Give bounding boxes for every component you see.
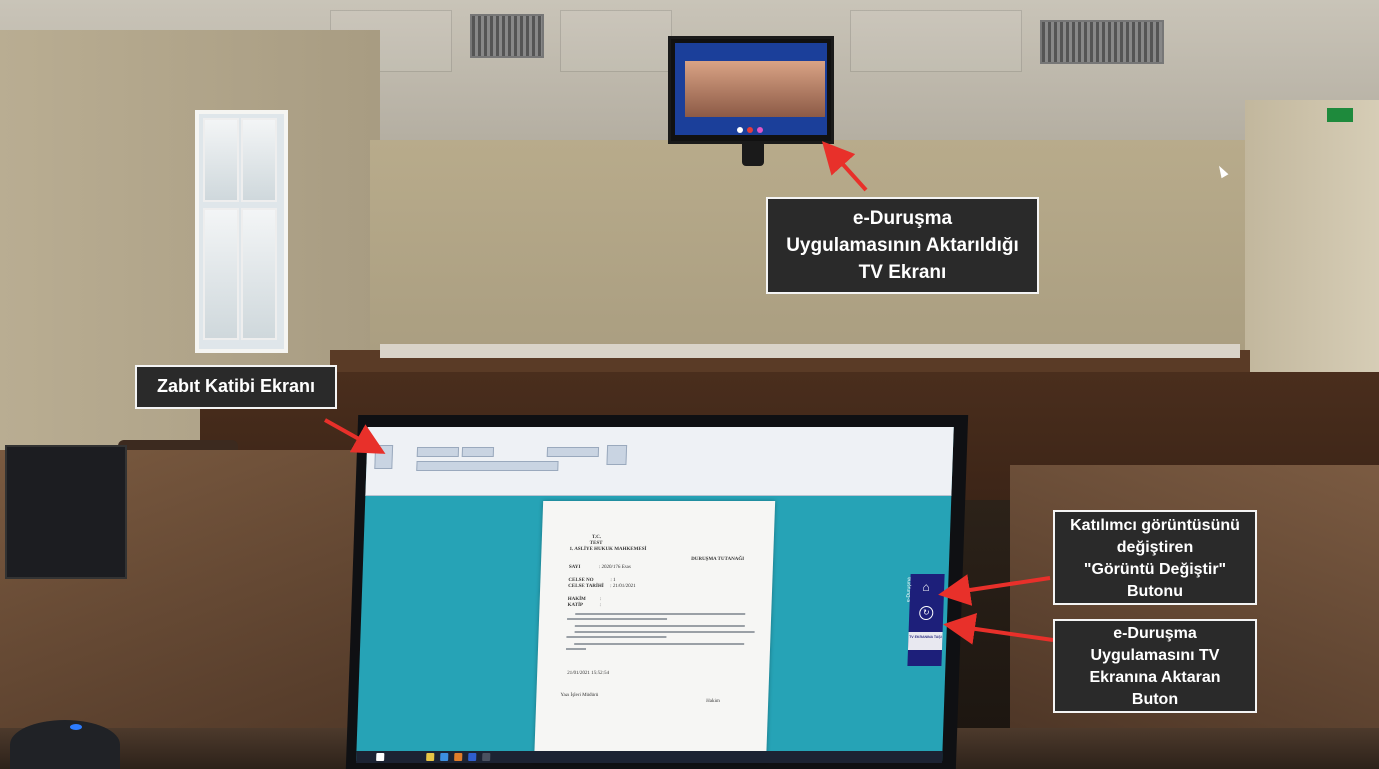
switch-view-button[interactable]: ↻ (919, 606, 934, 620)
callout-clerk-screen: Zabıt Katibi Ekranı (135, 365, 337, 409)
doc-paragraph (567, 618, 668, 620)
window (195, 110, 288, 353)
callout-line: Buton (1131, 691, 1179, 708)
doc-row-value: : 1 (610, 578, 616, 583)
callout-line: Zabıt Katibi Ekranı (156, 376, 316, 396)
callout-line: Uygulamasının Aktarıldığı (786, 235, 1019, 256)
font-select[interactable] (416, 447, 460, 457)
callout-line: Uygulamasını TV (1090, 647, 1220, 664)
tv-video-left (685, 61, 755, 117)
doc-footer-left: Yazı İşleri Müdürü (560, 693, 599, 698)
bench-monitors (380, 344, 1240, 358)
callout-tv-screen: e-Duruşma Uygulamasının Aktarıldığı TV E… (766, 197, 1039, 294)
doc-paragraph (574, 643, 745, 645)
laptop-screen: T.C. TEST 1. ASLİYE HUKUK MAHKEMESİ DURU… (356, 427, 954, 763)
format-toolbar[interactable] (416, 461, 559, 471)
start-icon[interactable] (376, 753, 385, 761)
tv-display (675, 43, 827, 135)
ceiling-tile (850, 10, 1022, 72)
doc-header-country: T.C. (591, 535, 602, 540)
doc-row-value: : (599, 603, 602, 608)
editor-ribbon (365, 427, 954, 496)
panel-title: e-Duruşma (905, 577, 913, 602)
exit-sign (1327, 108, 1353, 122)
doc-paragraph (574, 625, 745, 627)
doc-paragraph (575, 613, 746, 615)
e-durusma-side-panel: ⌂ ↻ e-Duruşma TV EKRANINA TAŞI (905, 574, 945, 666)
doc-row-value: : (599, 597, 602, 602)
callout-line: Butonu (1127, 583, 1183, 600)
ceiling-vent (470, 14, 544, 58)
window-pane (203, 208, 239, 340)
doc-row-label: HAKİM (567, 597, 586, 602)
window-pane (241, 118, 277, 202)
doc-row-label: CELSE TARİHİ (568, 584, 604, 589)
paste-icon[interactable] (374, 445, 394, 469)
list-tools[interactable] (546, 447, 600, 457)
callout-line: e-Duruşma (1113, 625, 1197, 642)
find-icon[interactable] (606, 445, 628, 465)
app-icon[interactable] (482, 753, 491, 761)
tv-video-right (755, 61, 825, 117)
doc-header-court: 1. ASLİYE HUKUK MAHKEMESİ (569, 547, 647, 552)
home-icon[interactable]: ⌂ (919, 580, 933, 594)
callout-line: değiştiren (1116, 539, 1194, 556)
callout-line: Ekranına Aktaran (1089, 669, 1221, 686)
callout-switch-view: Katılımcı görüntüsünü değiştiren "Görünt… (1053, 510, 1257, 605)
doc-title: DURUŞMA TUTANAĞI (691, 557, 745, 562)
tv-screen (668, 36, 834, 144)
doc-row-label: KATİP (567, 603, 584, 608)
font-size-select[interactable] (461, 447, 495, 457)
document-page: T.C. TEST 1. ASLİYE HUKUK MAHKEMESİ DURU… (534, 501, 776, 761)
doc-header-test: TEST (589, 541, 603, 546)
right-wall (1245, 100, 1379, 400)
doc-paragraph (565, 648, 587, 650)
doc-row-label: SAYI (568, 565, 581, 570)
tv-transfer-button[interactable]: TV EKRANINA TAŞI (907, 632, 943, 650)
callout-line: e-Duruşma (852, 208, 953, 229)
window-pane (203, 118, 239, 202)
app-icon[interactable] (454, 753, 463, 761)
callout-line: TV Ekranı (858, 262, 947, 283)
clerk-laptop: T.C. TEST 1. ASLİYE HUKUK MAHKEMESİ DURU… (345, 415, 969, 769)
tv-control-icon (757, 127, 763, 133)
tv-transfer-label: TV EKRANINA TAŞI (909, 635, 942, 639)
tv-control-icon (747, 127, 753, 133)
doc-paragraph (566, 636, 667, 638)
doc-date-line: 21/01/2021 15:52:54 (567, 671, 610, 676)
doc-paragraph (574, 631, 755, 633)
ceiling-tile (560, 10, 672, 72)
window-pane (241, 208, 277, 340)
side-monitor (5, 445, 127, 579)
doc-footer-right: Hakim (706, 699, 720, 704)
windows-taskbar (356, 751, 943, 763)
doc-row-value: : 2020/176 Esas (598, 565, 631, 570)
word-icon[interactable] (468, 753, 477, 761)
tv-control-icon (737, 127, 743, 133)
doc-row-label: CELSE NO (568, 578, 594, 583)
callout-tv-transfer: e-Duruşma Uygulamasını TV Ekranına Aktar… (1053, 619, 1257, 713)
ceiling-vent (1040, 20, 1164, 64)
mouse (10, 720, 120, 769)
folder-icon[interactable] (426, 753, 435, 761)
callout-line: Katılımcı görüntüsünü (1070, 517, 1240, 534)
callout-line: "Görüntü Değiştir" (1083, 561, 1227, 578)
browser-icon[interactable] (440, 753, 449, 761)
doc-row-value: : 21/01/2021 (610, 584, 636, 589)
mouse-led (70, 724, 82, 730)
